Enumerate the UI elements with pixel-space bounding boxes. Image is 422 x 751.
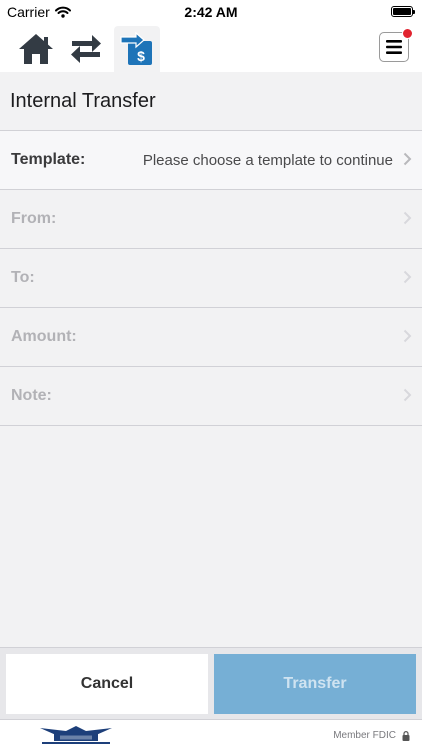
nav-bar: $ <box>0 24 422 72</box>
from-label: From: <box>11 210 57 227</box>
transfer-arrows-icon <box>71 35 101 63</box>
title-bar: Internal Transfer <box>0 72 422 131</box>
battery-icon <box>391 6 415 17</box>
amount-row[interactable]: Amount: <box>0 308 422 367</box>
chevron-right-icon <box>403 329 412 343</box>
page-title: Internal Transfer <box>10 90 156 112</box>
svg-text:$: $ <box>137 48 145 64</box>
notification-badge <box>402 28 413 39</box>
amount-label: Amount: <box>11 328 77 345</box>
status-bar: Carrier 2:42 AM <box>0 0 422 24</box>
transfer-money-icon: $ <box>120 31 152 65</box>
note-row[interactable]: Note: <box>0 367 422 426</box>
cancel-button[interactable]: Cancel <box>6 654 208 714</box>
to-row[interactable]: To: <box>0 249 422 308</box>
footer: Member FDIC <box>0 719 422 751</box>
clock: 2:42 AM <box>184 4 238 20</box>
from-row[interactable]: From: <box>0 190 422 249</box>
nav-tab-home[interactable] <box>13 26 59 72</box>
hamburger-menu-icon <box>386 40 402 54</box>
chevron-right-icon <box>403 388 412 402</box>
menu-button[interactable] <box>379 28 413 62</box>
template-value: Please choose a template to continue <box>142 152 393 169</box>
transfer-button[interactable]: Transfer <box>214 654 416 714</box>
nav-tab-internal-transfer[interactable]: $ <box>114 26 160 72</box>
member-fdic: Member FDIC <box>333 730 410 741</box>
nav-tab-transfers[interactable] <box>63 26 109 72</box>
template-label: Template: <box>11 151 86 168</box>
note-label: Note: <box>11 387 52 404</box>
lock-icon <box>402 730 410 741</box>
home-icon <box>19 34 53 64</box>
to-label: To: <box>11 269 35 286</box>
template-row[interactable]: Template: Please choose a template to co… <box>0 131 422 190</box>
chevron-right-icon <box>403 152 412 166</box>
bank-logo <box>40 726 112 744</box>
chevron-right-icon <box>403 270 412 284</box>
chevron-right-icon <box>403 211 412 225</box>
action-bar: Cancel Transfer <box>0 647 422 719</box>
transfer-form: Template: Please choose a template to co… <box>0 131 422 426</box>
member-fdic-text: Member FDIC <box>333 730 396 741</box>
